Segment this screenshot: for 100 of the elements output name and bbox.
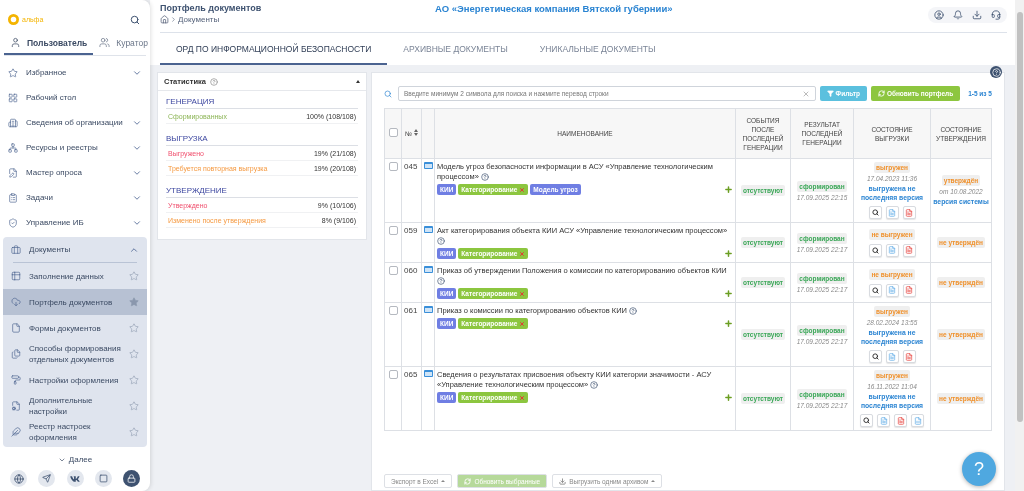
scrollbar-thumb[interactable]: [1016, 12, 1023, 422]
section-tab[interactable]: АРХИВНЫЕ ДОКУМЕНТЫ: [387, 44, 524, 65]
row-checkbox[interactable]: [388, 306, 398, 315]
globe-button[interactable]: [10, 470, 27, 487]
remove-icon[interactable]: [519, 186, 526, 193]
nav-item[interactable]: Документы: [3, 237, 147, 262]
remove-icon[interactable]: [519, 320, 526, 327]
nav-item[interactable]: Задачи: [0, 185, 150, 210]
add-tag-icon[interactable]: [724, 319, 733, 328]
document-card-icon[interactable]: [424, 306, 433, 313]
pdf-icon: [905, 208, 913, 217]
logo-icon: [8, 14, 19, 25]
pdf-download-button[interactable]: [902, 206, 916, 219]
star-icon[interactable]: [129, 271, 139, 281]
nav-icon: [11, 244, 21, 255]
globe-icon: [13, 473, 24, 484]
pdf-download-button[interactable]: [902, 350, 916, 363]
section-tab[interactable]: ОРД ПО ИНФОРМАЦИОННОЙ БЕЗОПАСНОСТИ: [160, 44, 388, 65]
remove-icon[interactable]: [519, 290, 526, 297]
view-button[interactable]: [868, 206, 882, 219]
sort-icon: [414, 129, 418, 136]
star-icon[interactable]: [129, 375, 139, 385]
pdf-download-button[interactable]: [902, 243, 916, 257]
star-icon[interactable]: [129, 297, 139, 307]
nav-item[interactable]: Управление ИБ: [0, 210, 150, 235]
row-checkbox[interactable]: [388, 266, 398, 275]
search-icon: [871, 286, 879, 294]
submenu-item[interactable]: Способы формирования отдельных документов: [3, 341, 147, 367]
pdf-icon: [905, 246, 913, 254]
remove-icon[interactable]: [519, 250, 526, 257]
document-icon: [888, 286, 896, 294]
star-icon[interactable]: [129, 401, 139, 411]
telegram-button[interactable]: [38, 470, 56, 487]
submenu-item[interactable]: Заполнение данных: [3, 263, 147, 289]
remove-icon[interactable]: [519, 394, 526, 401]
document-card-icon[interactable]: [424, 370, 433, 377]
home-icon[interactable]: [160, 15, 169, 24]
spreadsheet-icon: [913, 416, 922, 425]
bell-icon[interactable]: [953, 10, 963, 20]
section-heading: ВЫГРУЗКА: [166, 134, 358, 146]
section-tab[interactable]: УНИКАЛЬНЫЕ ДОКУМЕНТЫ: [523, 44, 672, 65]
row-checkbox[interactable]: [388, 226, 398, 235]
submenu-item[interactable]: Реестр настроек оформления: [3, 419, 147, 445]
headset-icon[interactable]: [991, 10, 1001, 20]
user-mode-tab[interactable]: Пользователь: [4, 33, 94, 55]
submenu-item[interactable]: Настройки оформления: [3, 367, 147, 393]
document-card-icon[interactable]: [424, 226, 433, 233]
nav-item[interactable]: Мастер опроса: [0, 160, 150, 185]
document-icon: [879, 416, 888, 425]
search-icon[interactable]: [130, 14, 140, 25]
row-checkbox[interactable]: [388, 370, 398, 379]
search-icon: [863, 417, 870, 424]
nav-icon: [8, 92, 18, 103]
person-icon: [99, 37, 111, 48]
breadcrumb-link[interactable]: Документы: [178, 15, 220, 24]
view-button[interactable]: [868, 243, 882, 257]
submenu-item[interactable]: Портфель документов: [3, 289, 147, 315]
view-button[interactable]: [860, 414, 873, 427]
lock-button[interactable]: [123, 470, 140, 487]
pdf-download-button[interactable]: [894, 414, 907, 427]
caret-icon: [441, 480, 446, 482]
app-button[interactable]: [94, 470, 112, 487]
view-button[interactable]: [868, 350, 882, 363]
nav-icon: [8, 217, 18, 228]
pdf-icon: [905, 352, 913, 361]
user-icon[interactable]: [934, 10, 944, 20]
submenu-item[interactable]: Формы документов: [3, 315, 147, 341]
document-icon: [888, 208, 896, 217]
user-mode-tab[interactable]: Куратор: [93, 33, 154, 55]
nav-item[interactable]: Избранное: [0, 60, 150, 85]
word-download-button[interactable]: [877, 414, 890, 427]
select-all-checkbox[interactable]: [388, 128, 398, 137]
download-icon[interactable]: [972, 10, 982, 20]
nav-item[interactable]: Рабочий стол: [0, 85, 150, 110]
nav-icon: [8, 142, 18, 153]
clear-icon[interactable]: [801, 89, 810, 98]
star-icon[interactable]: [129, 349, 139, 359]
collapse-caret-icon[interactable]: [356, 80, 360, 83]
add-tag-icon[interactable]: [724, 185, 733, 194]
pdf-icon: [896, 416, 905, 425]
add-tag-icon[interactable]: [724, 249, 733, 258]
add-tag-icon[interactable]: [724, 393, 733, 402]
nav-item[interactable]: Ресурсы и реестры: [0, 135, 150, 160]
more-link[interactable]: Далее: [0, 455, 150, 464]
document-number: 061: [404, 306, 418, 315]
document-card-icon[interactable]: [424, 266, 433, 273]
nav-item[interactable]: Сведения об организации: [0, 110, 150, 135]
vk-button[interactable]: [66, 470, 84, 487]
star-icon[interactable]: [129, 427, 139, 437]
document-card-icon[interactable]: [424, 162, 433, 169]
spreadsheet-download-button[interactable]: [911, 414, 924, 427]
view-button[interactable]: [868, 283, 882, 297]
nav-icon: [11, 427, 21, 437]
document-icon: [888, 246, 896, 254]
submenu-item[interactable]: Дополнительные настройки: [3, 393, 147, 419]
nav-icon: [8, 192, 18, 203]
row-checkbox[interactable]: [388, 162, 398, 171]
add-tag-icon[interactable]: [724, 289, 733, 298]
star-icon[interactable]: [129, 323, 139, 333]
pdf-download-button[interactable]: [902, 283, 916, 297]
